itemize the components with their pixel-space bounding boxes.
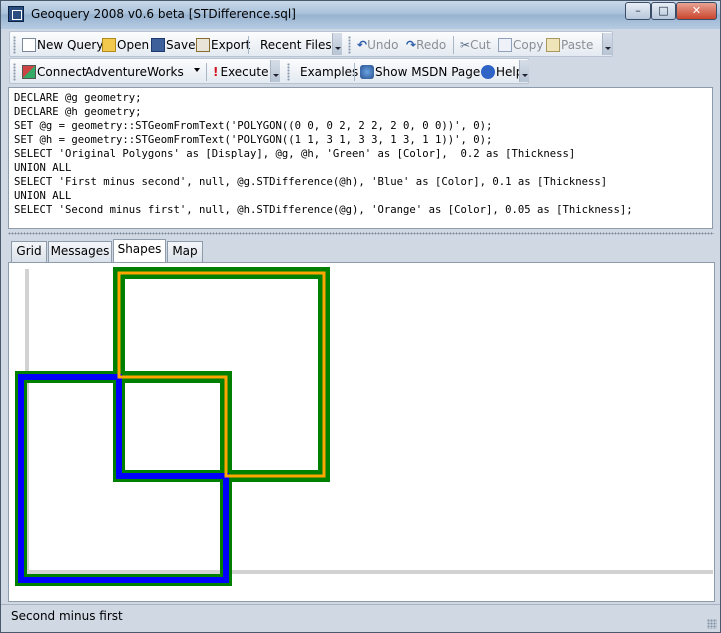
window-title: Geoquery 2008 v0.6 beta [STDifference.sq… <box>31 7 296 21</box>
close-button[interactable]: ✕ <box>676 2 717 20</box>
new-query-button[interactable]: New Query <box>22 36 103 54</box>
tab-grid[interactable]: Grid <box>11 241 47 262</box>
toolbar-grip[interactable] <box>287 63 290 81</box>
toolbar-overflow-button[interactable] <box>602 33 612 55</box>
toolbar-grip[interactable] <box>13 36 16 54</box>
toolbar-separator <box>248 36 249 54</box>
minimize-button[interactable]: – <box>625 2 651 20</box>
undo-icon: ↶ <box>357 38 368 52</box>
connect-icon <box>22 65 36 79</box>
main-toolbar: New Query Open Save Export Recent Files … <box>9 31 613 57</box>
title-bar[interactable]: Geoquery 2008 v0.6 beta [STDifference.sq… <box>1 1 720 29</box>
toolbar-separator <box>206 63 207 81</box>
shapes-canvas <box>15 267 330 586</box>
maximize-button[interactable]: □ <box>651 2 676 20</box>
status-text: Second minus first <box>11 609 123 623</box>
tab-shapes[interactable]: Shapes <box>113 239 166 263</box>
toolbar-grip[interactable] <box>348 36 351 54</box>
connect-button[interactable]: Connect <box>22 63 87 81</box>
chevron-down-icon[interactable] <box>194 68 200 72</box>
app-icon <box>8 6 24 22</box>
code-line: DECLARE @g geometry; <box>14 92 142 104</box>
help-button[interactable]: Help <box>481 63 523 81</box>
code-line: SELECT 'Original Polygons' as [Display],… <box>14 148 576 160</box>
msdn-icon <box>360 65 374 79</box>
status-bar: Second minus first <box>1 604 720 632</box>
code-line: SELECT 'First minus second', null, @g.ST… <box>14 176 608 188</box>
new-document-icon <box>22 38 36 52</box>
toolbar-grip[interactable] <box>13 63 16 81</box>
paste-button[interactable]: Paste <box>546 36 593 54</box>
save-icon <box>151 38 165 52</box>
tab-map[interactable]: Map <box>167 241 203 262</box>
export-icon <box>196 38 210 52</box>
sql-editor[interactable]: DECLARE @g geometry; DECLARE @h geometry… <box>8 87 713 229</box>
copy-icon <box>498 38 512 52</box>
toolbar-overflow-button[interactable] <box>519 60 529 82</box>
pane-splitter[interactable] <box>8 232 714 235</box>
examples-button[interactable]: Examples <box>300 63 358 81</box>
cut-button[interactable]: ✂Cut <box>460 36 491 54</box>
export-button[interactable]: Export <box>196 36 250 54</box>
folder-icon <box>102 38 116 52</box>
show-msdn-button[interactable]: Show MSDN Page <box>360 63 480 81</box>
copy-button[interactable]: Copy <box>498 36 543 54</box>
exclamation-icon: ! <box>213 65 219 79</box>
redo-icon: ↷ <box>406 38 417 52</box>
paste-icon <box>546 38 560 52</box>
scissors-icon: ✂ <box>460 38 471 52</box>
code-line: SELECT 'Second minus first', null, @h.ST… <box>14 204 633 216</box>
tab-messages[interactable]: Messages <box>48 241 112 262</box>
execute-button[interactable]: ! Execute <box>213 63 268 81</box>
query-toolbar: Connect AdventureWorks ! Execute Examples… <box>9 58 529 84</box>
recent-files-button[interactable]: Recent Files <box>260 36 332 54</box>
undo-button[interactable]: ↶Undo <box>357 36 398 54</box>
code-line: SET @g = geometry::STGeomFromText('POLYG… <box>14 120 493 132</box>
redo-button[interactable]: ↷Redo <box>406 36 446 54</box>
help-icon <box>481 65 495 79</box>
save-button[interactable]: Save <box>151 36 195 54</box>
open-button[interactable]: Open <box>102 36 149 54</box>
code-line: UNION ALL <box>14 162 72 174</box>
shapes-panel <box>8 262 715 602</box>
resize-grip[interactable] <box>707 619 717 629</box>
code-line: DECLARE @h geometry; <box>14 106 142 118</box>
database-select[interactable]: AdventureWorks <box>85 63 184 81</box>
toolbar-separator <box>354 63 355 81</box>
code-line: SET @h = geometry::STGeomFromText('POLYG… <box>14 134 493 146</box>
toolbar-overflow-button[interactable] <box>270 60 280 82</box>
toolbar-overflow-button[interactable] <box>332 33 342 55</box>
code-line: UNION ALL <box>14 190 72 202</box>
toolbar-separator <box>453 36 454 54</box>
app-window: Geoquery 2008 v0.6 beta [STDifference.sq… <box>0 0 721 633</box>
